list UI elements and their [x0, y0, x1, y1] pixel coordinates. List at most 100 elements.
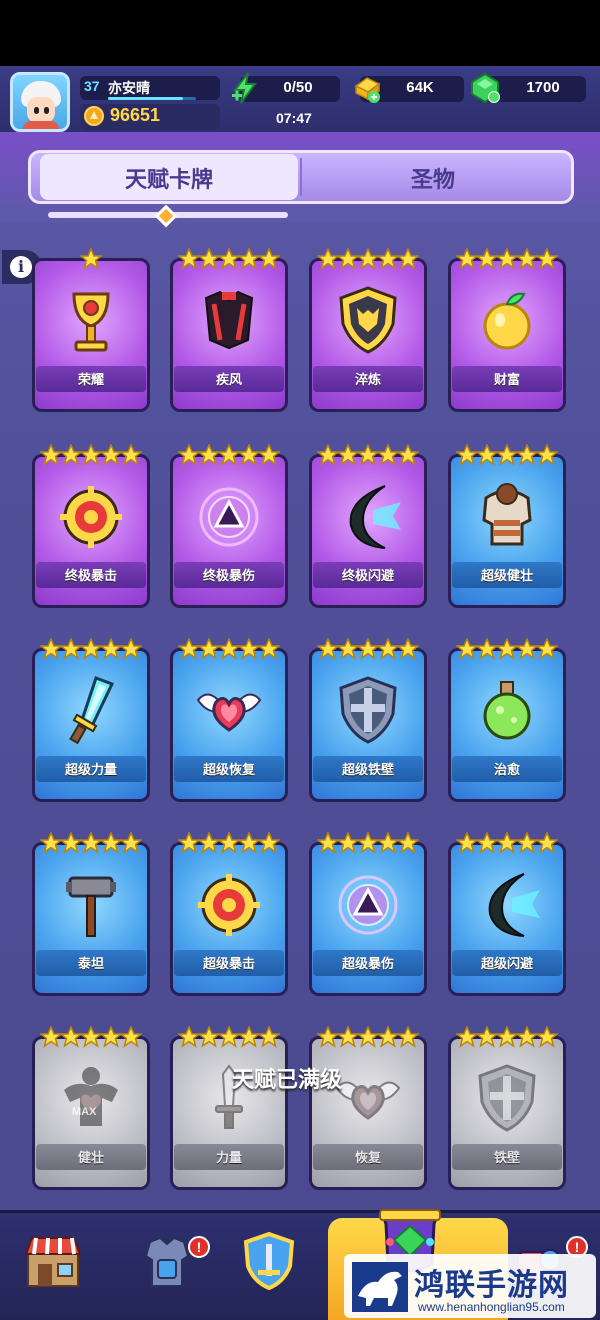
xp-bar	[108, 97, 196, 100]
star-icon	[377, 444, 399, 466]
star-icon	[100, 444, 122, 466]
equipment-armor-icon[interactable]	[136, 1230, 198, 1292]
star-icon	[258, 832, 280, 854]
card-name: 力量	[215, 1151, 242, 1166]
coin-count: 96651	[110, 105, 161, 125]
crystal-sword-icon	[69, 676, 115, 745]
talent-card[interactable]: 财富	[448, 248, 566, 412]
star-icon	[377, 248, 399, 270]
star-icon	[198, 444, 220, 466]
star-icon	[100, 832, 122, 854]
star-rating	[309, 444, 427, 468]
talent-maxed-toast: 天赋已满级	[232, 1068, 343, 1093]
card-name: 终极暴击	[64, 569, 117, 584]
star-icon	[120, 832, 142, 854]
star-icon	[536, 1026, 558, 1048]
star-icon	[258, 1026, 280, 1048]
talent-card[interactable]: 疾风	[170, 248, 288, 412]
star-rating	[32, 1026, 150, 1050]
talent-card[interactable]: 荣耀	[32, 248, 150, 412]
star-icon	[178, 444, 200, 466]
star-icon	[317, 832, 339, 854]
star-icon	[80, 1026, 102, 1048]
talent-card[interactable]: 恢复	[309, 1026, 427, 1190]
xp-bar-fill	[108, 97, 183, 100]
star-icon	[476, 444, 498, 466]
star-icon	[337, 638, 359, 660]
talent-card[interactable]: 超级恢复	[170, 638, 288, 802]
card-name: 恢复	[354, 1151, 381, 1166]
star-rating	[448, 832, 566, 856]
star-icon	[317, 248, 339, 270]
talent-card[interactable]: 超级力量	[32, 638, 150, 802]
shield-sword-icon[interactable]	[238, 1230, 300, 1292]
star-icon	[178, 248, 200, 270]
star-icon	[60, 832, 82, 854]
talent-card[interactable]: 超级暴击	[170, 832, 288, 996]
card-name: 超级暴伤	[341, 957, 394, 972]
star-icon	[516, 1026, 538, 1048]
star-rating	[32, 638, 150, 662]
talent-card[interactable]: 淬炼	[309, 248, 427, 412]
max-badge-text: MAX	[72, 1106, 97, 1118]
talent-card[interactable]: 力量	[170, 1026, 288, 1190]
star-icon	[397, 832, 419, 854]
card-name: 终极闪避	[341, 569, 394, 584]
triangle-rune-icon	[199, 487, 259, 547]
tab-talent-cards[interactable]: 天赋卡牌	[40, 162, 298, 194]
star-icon	[40, 1026, 62, 1048]
talent-card[interactable]: 泰坦	[32, 832, 150, 996]
star-icon	[317, 638, 339, 660]
talent-card[interactable]: 超级健壮	[448, 444, 566, 608]
star-rating	[309, 1026, 427, 1050]
star-icon	[337, 832, 359, 854]
star-icon	[337, 1026, 359, 1048]
energy-bolt-icon	[232, 72, 257, 104]
star-icon	[456, 248, 478, 270]
star-icon	[238, 444, 260, 466]
star-icon	[238, 248, 260, 270]
star-icon	[496, 248, 518, 270]
talent-card[interactable]: 治愈	[448, 638, 566, 802]
hammer-icon	[66, 876, 116, 937]
star-icon	[40, 638, 62, 660]
talent-card[interactable]: MAX 健壮	[32, 1026, 150, 1190]
star-icon	[496, 444, 518, 466]
star-icon	[80, 248, 102, 270]
star-rating	[170, 832, 288, 856]
card-name: 淬炼	[354, 373, 381, 388]
star-icon	[476, 832, 498, 854]
talent-card[interactable]: 终极暴击	[32, 444, 150, 608]
avatar[interactable]	[10, 72, 70, 132]
card-name: 超级闪避	[480, 957, 533, 972]
gold-count: 64K	[406, 79, 434, 96]
talent-card[interactable]: 铁壁	[448, 1026, 566, 1190]
star-icon	[218, 638, 240, 660]
card-name: 超级健壮	[480, 569, 533, 584]
talent-card[interactable]: 超级闪避	[448, 832, 566, 996]
talent-card[interactable]: 超级暴伤	[309, 832, 427, 996]
star-icon	[218, 444, 240, 466]
star-icon	[456, 444, 478, 466]
star-icon	[397, 638, 419, 660]
talent-card[interactable]: 超级铁壁	[309, 638, 427, 802]
shop-icon[interactable]	[22, 1230, 84, 1292]
talent-card[interactable]: 终极闪避	[309, 444, 427, 608]
star-rating	[170, 1026, 288, 1050]
star-rating	[170, 638, 288, 662]
status-bar-area	[0, 0, 600, 66]
card-name: 泰坦	[77, 957, 104, 972]
star-icon	[100, 1026, 122, 1048]
star-rating	[170, 248, 288, 272]
tab-relics[interactable]: 圣物	[304, 162, 562, 194]
star-rating	[32, 444, 150, 468]
star-icon	[456, 1026, 478, 1048]
star-icon	[80, 444, 102, 466]
star-icon	[516, 638, 538, 660]
crosshair-icon	[60, 486, 122, 548]
talent-card[interactable]: 终极暴伤	[170, 444, 288, 608]
card-name: 健壮	[77, 1151, 104, 1166]
star-icon	[198, 638, 220, 660]
watermark-url: www.henanhonglian95.com	[418, 1300, 565, 1314]
cape-icon	[204, 290, 254, 350]
